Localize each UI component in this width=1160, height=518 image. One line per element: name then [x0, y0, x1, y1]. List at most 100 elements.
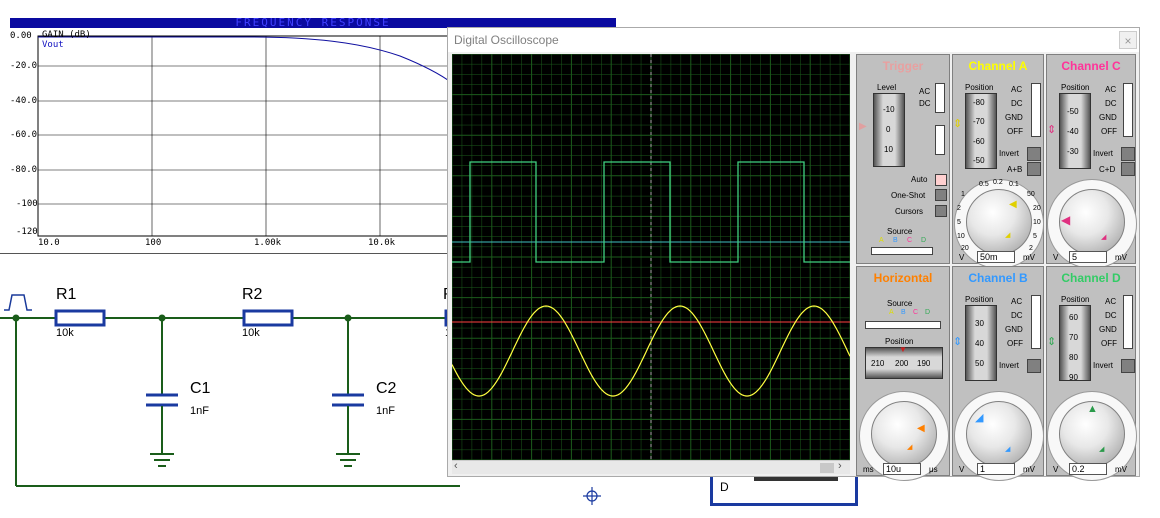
channel-a-dial-3: 1	[961, 191, 965, 198]
channel-b-position-marker-icon: ⇕	[953, 336, 963, 348]
channel-d-pos-tick-0: 60	[1069, 313, 1078, 322]
channel-d-ac[interactable]: AC	[1105, 297, 1116, 306]
channel-a-sum-label: A+B	[1007, 165, 1023, 174]
auto-label: Auto	[911, 175, 928, 184]
y-tick-4: -80.0	[10, 165, 38, 175]
channel-c-ac[interactable]: AC	[1105, 85, 1116, 94]
crosshair-cursor-icon	[583, 487, 601, 505]
horizontal-time-readout[interactable]: 10u	[883, 463, 921, 475]
channel-b-knob-fine-icon: ◢	[1005, 446, 1011, 453]
channel-a-dc[interactable]: DC	[1011, 99, 1023, 108]
y-tick-0: 0.00	[10, 31, 32, 41]
horizontal-scrollbar[interactable]: ‹ ›	[452, 460, 850, 474]
channel-a-ac[interactable]: AC	[1011, 85, 1022, 94]
channel-b-coupling-switch[interactable]	[1031, 295, 1041, 349]
pulse-source-icon	[4, 294, 32, 311]
channel-b-off[interactable]: OFF	[1007, 339, 1023, 348]
channel-c-title: Channel C	[1061, 59, 1121, 73]
y-tick-3: -60.0	[10, 130, 38, 140]
horizontal-source-d[interactable]: D	[925, 309, 930, 316]
trigger-source-c[interactable]: C	[907, 237, 912, 244]
scroll-left-icon[interactable]: ‹	[454, 460, 458, 472]
horizontal-pos-tick-2: 190	[917, 359, 931, 368]
channel-a-pos-tick-2: -60	[973, 137, 985, 146]
channel-c-unit-right: mV	[1115, 253, 1127, 262]
auto-button[interactable]	[935, 174, 947, 186]
oscilloscope-screen[interactable]	[451, 53, 851, 461]
channel-b-gnd[interactable]: GND	[1005, 325, 1023, 334]
channel-c-volts-readout[interactable]: 5	[1069, 251, 1107, 263]
channel-a-dial-5: 2	[957, 205, 961, 212]
c1-name: C1	[190, 380, 211, 397]
scroll-thumb[interactable]	[820, 463, 834, 473]
channel-b-unit-right: mV	[1023, 465, 1035, 474]
channel-c-dc[interactable]: DC	[1105, 99, 1117, 108]
horizontal-pos-tick-1: 200	[895, 359, 909, 368]
channel-d-dc[interactable]: DC	[1105, 311, 1117, 320]
trigger-source-b[interactable]: B	[893, 237, 898, 244]
channel-d-gnd[interactable]: GND	[1099, 325, 1117, 334]
channel-a-invert-button[interactable]	[1027, 147, 1041, 161]
r2-name: R2	[242, 286, 263, 303]
channel-d-coupling-switch[interactable]	[1123, 295, 1133, 349]
horizontal-time-knob[interactable]	[871, 401, 937, 467]
channel-a-unit-left: V	[959, 253, 965, 262]
c2-name: C2	[376, 380, 397, 397]
horizontal-source-a[interactable]: A	[889, 309, 894, 316]
channel-a-sum-button[interactable]	[1027, 162, 1041, 176]
channel-d-position-marker-icon: ⇕	[1047, 336, 1057, 348]
channel-b-volts-readout[interactable]: 1	[977, 463, 1015, 475]
channel-d-title: Channel D	[1061, 271, 1121, 285]
channel-d-volts-readout[interactable]: 0.2	[1069, 463, 1107, 475]
channel-b-pos-tick-2: 50	[975, 359, 984, 368]
horizontal-source-slider[interactable]	[865, 321, 941, 329]
channel-a-off[interactable]: OFF	[1007, 127, 1023, 136]
channel-c-position-label: Position	[1061, 83, 1090, 92]
scroll-right-icon[interactable]: ›	[838, 460, 842, 472]
channel-c-panel: Channel C Position -50 -40 -30 ⇕ AC DC G…	[1046, 54, 1137, 269]
oscilloscope-titlebar[interactable]: Digital Oscilloscope ×	[448, 28, 1139, 52]
channel-c-coupling-switch[interactable]	[1123, 83, 1133, 137]
channel-a-coupling-switch[interactable]	[1031, 83, 1041, 137]
trigger-source-slider[interactable]	[871, 247, 933, 255]
trigger-level-tick-2: 10	[884, 145, 893, 154]
r1-name: R1	[56, 286, 77, 303]
channel-c-sum-button[interactable]	[1121, 162, 1135, 176]
channel-a-dial-11: 20	[961, 245, 969, 252]
channel-a-volts-readout[interactable]: 50m	[977, 251, 1015, 263]
channel-d-invert-button[interactable]	[1121, 359, 1135, 373]
x-tick-1: 100	[145, 238, 162, 248]
horizontal-pos-tick-0: 210	[871, 359, 885, 368]
channel-a-dial-12: 2	[1029, 245, 1033, 252]
channel-b-invert-button[interactable]	[1027, 359, 1041, 373]
one-shot-button[interactable]	[935, 189, 947, 201]
horizontal-source-b[interactable]: B	[901, 309, 906, 316]
channel-c-pos-tick-1: -40	[1067, 127, 1079, 136]
channel-a-volts-knob[interactable]	[966, 189, 1032, 255]
trigger-edge-switch[interactable]	[935, 125, 945, 155]
channel-b-ac[interactable]: AC	[1011, 297, 1022, 306]
channel-b-knob-pointer-icon: ◢	[975, 412, 984, 424]
trigger-coupling-switch[interactable]	[935, 83, 945, 113]
channel-c-pos-tick-0: -50	[1067, 107, 1079, 116]
cursors-button[interactable]	[935, 205, 947, 217]
channel-b-invert: Invert	[999, 361, 1020, 370]
one-shot-label: One-Shot	[891, 191, 926, 200]
trigger-level-tick-1: 0	[886, 125, 891, 134]
channel-d-off[interactable]: OFF	[1101, 339, 1117, 348]
close-button[interactable]: ×	[1119, 31, 1137, 49]
trigger-source-a[interactable]: A	[879, 237, 884, 244]
horizontal-source-c[interactable]: C	[913, 309, 918, 316]
trigger-source-label: Source	[887, 227, 913, 236]
channel-b-dc[interactable]: DC	[1011, 311, 1023, 320]
channel-a-pos-tick-1: -70	[973, 117, 985, 126]
trigger-source-d[interactable]: D	[921, 237, 926, 244]
oscilloscope-window[interactable]: Digital Oscilloscope × ‹ › Trigger Level…	[447, 27, 1140, 481]
scope-instrument-display	[754, 477, 838, 481]
channel-d-position-label: Position	[1061, 295, 1090, 304]
channel-c-invert-button[interactable]	[1121, 147, 1135, 161]
channel-d-invert: Invert	[1093, 361, 1114, 370]
channel-c-off[interactable]: OFF	[1101, 127, 1117, 136]
channel-a-gnd[interactable]: GND	[1005, 113, 1023, 122]
channel-c-gnd[interactable]: GND	[1099, 113, 1117, 122]
